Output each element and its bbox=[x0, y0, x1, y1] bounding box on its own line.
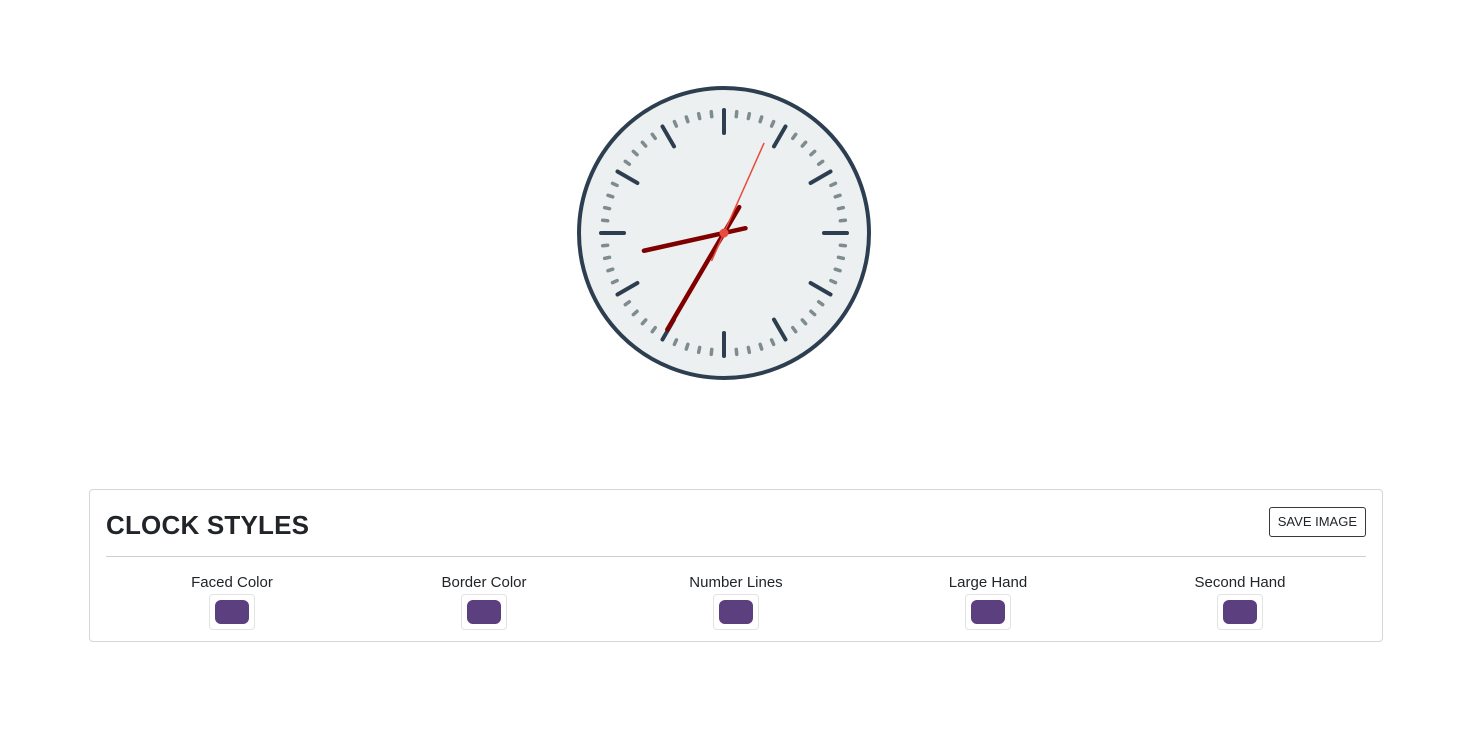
minute-mark bbox=[758, 342, 764, 351]
minute-mark bbox=[696, 345, 702, 355]
minute-mark bbox=[640, 140, 648, 148]
minute-mark bbox=[684, 115, 690, 124]
control-border-color: Border Color bbox=[358, 574, 610, 630]
minute-mark bbox=[709, 109, 714, 119]
second-hand-picker[interactable] bbox=[1217, 594, 1263, 630]
clock-styles-panel: CLOCK STYLES SAVE IMAGE Faced Color Bord… bbox=[89, 489, 1383, 642]
large-hand-picker[interactable] bbox=[965, 594, 1011, 630]
minute-mark bbox=[606, 193, 615, 199]
minute-mark bbox=[833, 193, 842, 199]
center-dot bbox=[719, 228, 729, 238]
control-number-lines: Number Lines bbox=[610, 574, 862, 630]
minute-mark bbox=[684, 342, 690, 351]
control-second-hand: Second Hand bbox=[1114, 574, 1366, 630]
minute-mark bbox=[650, 325, 657, 334]
minute-mark bbox=[758, 115, 764, 124]
minute-mark bbox=[829, 278, 838, 285]
minute-mark bbox=[600, 243, 610, 248]
panel-title: CLOCK STYLES bbox=[106, 510, 310, 540]
large-hand-swatch[interactable] bbox=[971, 600, 1005, 624]
minute-mark bbox=[809, 309, 817, 317]
second-hand-label: Second Hand bbox=[1194, 574, 1286, 591]
minute-mark bbox=[769, 119, 776, 128]
minute-mark bbox=[631, 309, 639, 317]
minute-mark bbox=[800, 318, 808, 326]
minute-mark bbox=[816, 300, 825, 307]
clock-face bbox=[577, 86, 871, 380]
color-controls: Faced Color Border Color Number Lines La… bbox=[106, 574, 1366, 630]
face-color-swatch[interactable] bbox=[215, 600, 249, 624]
save-image-button[interactable]: SAVE IMAGE bbox=[1268, 507, 1366, 537]
control-large-hand: Large Hand bbox=[862, 574, 1114, 630]
minute-mark bbox=[746, 345, 752, 355]
minute-mark bbox=[809, 149, 817, 157]
number-lines-label: Number Lines bbox=[689, 574, 783, 591]
border-color-picker[interactable] bbox=[461, 594, 507, 630]
minute-mark bbox=[829, 181, 838, 188]
minute-mark bbox=[623, 159, 632, 166]
minute-mark bbox=[623, 300, 632, 307]
minute-mark bbox=[709, 347, 714, 357]
minute-mark bbox=[734, 109, 739, 119]
minute-mark bbox=[816, 159, 825, 166]
minute-mark bbox=[610, 181, 619, 188]
minute-mark bbox=[606, 267, 615, 273]
minute-mark bbox=[696, 111, 702, 121]
minute-mark bbox=[631, 149, 639, 157]
minute-mark bbox=[672, 338, 679, 347]
minute-mark bbox=[833, 267, 842, 273]
minute-mark bbox=[640, 318, 648, 326]
minute-mark bbox=[838, 218, 848, 223]
minute-mark bbox=[800, 140, 808, 148]
large-hand-label: Large Hand bbox=[948, 574, 1028, 591]
minute-mark bbox=[791, 325, 798, 334]
face-color-label: Faced Color bbox=[191, 574, 273, 591]
minute-mark bbox=[838, 243, 848, 248]
minute-mark bbox=[746, 111, 752, 121]
minute-mark bbox=[836, 255, 846, 261]
second-hand-swatch[interactable] bbox=[1223, 600, 1257, 624]
clock bbox=[574, 83, 874, 383]
border-color-swatch[interactable] bbox=[467, 600, 501, 624]
minute-mark bbox=[602, 205, 612, 211]
minute-mark bbox=[769, 338, 776, 347]
minute-mark bbox=[734, 347, 739, 357]
minute-mark bbox=[600, 218, 610, 223]
minute-mark bbox=[602, 255, 612, 261]
panel-header: CLOCK STYLES SAVE IMAGE bbox=[106, 490, 1366, 557]
border-color-label: Border Color bbox=[441, 574, 527, 591]
minute-mark bbox=[672, 119, 679, 128]
minute-mark bbox=[650, 132, 657, 141]
face-color-picker[interactable] bbox=[209, 594, 255, 630]
control-face-color: Faced Color bbox=[106, 574, 358, 630]
minute-mark bbox=[610, 278, 619, 285]
minute-mark bbox=[836, 205, 846, 211]
minute-mark bbox=[791, 132, 798, 141]
number-lines-swatch[interactable] bbox=[719, 600, 753, 624]
number-lines-picker[interactable] bbox=[713, 594, 759, 630]
